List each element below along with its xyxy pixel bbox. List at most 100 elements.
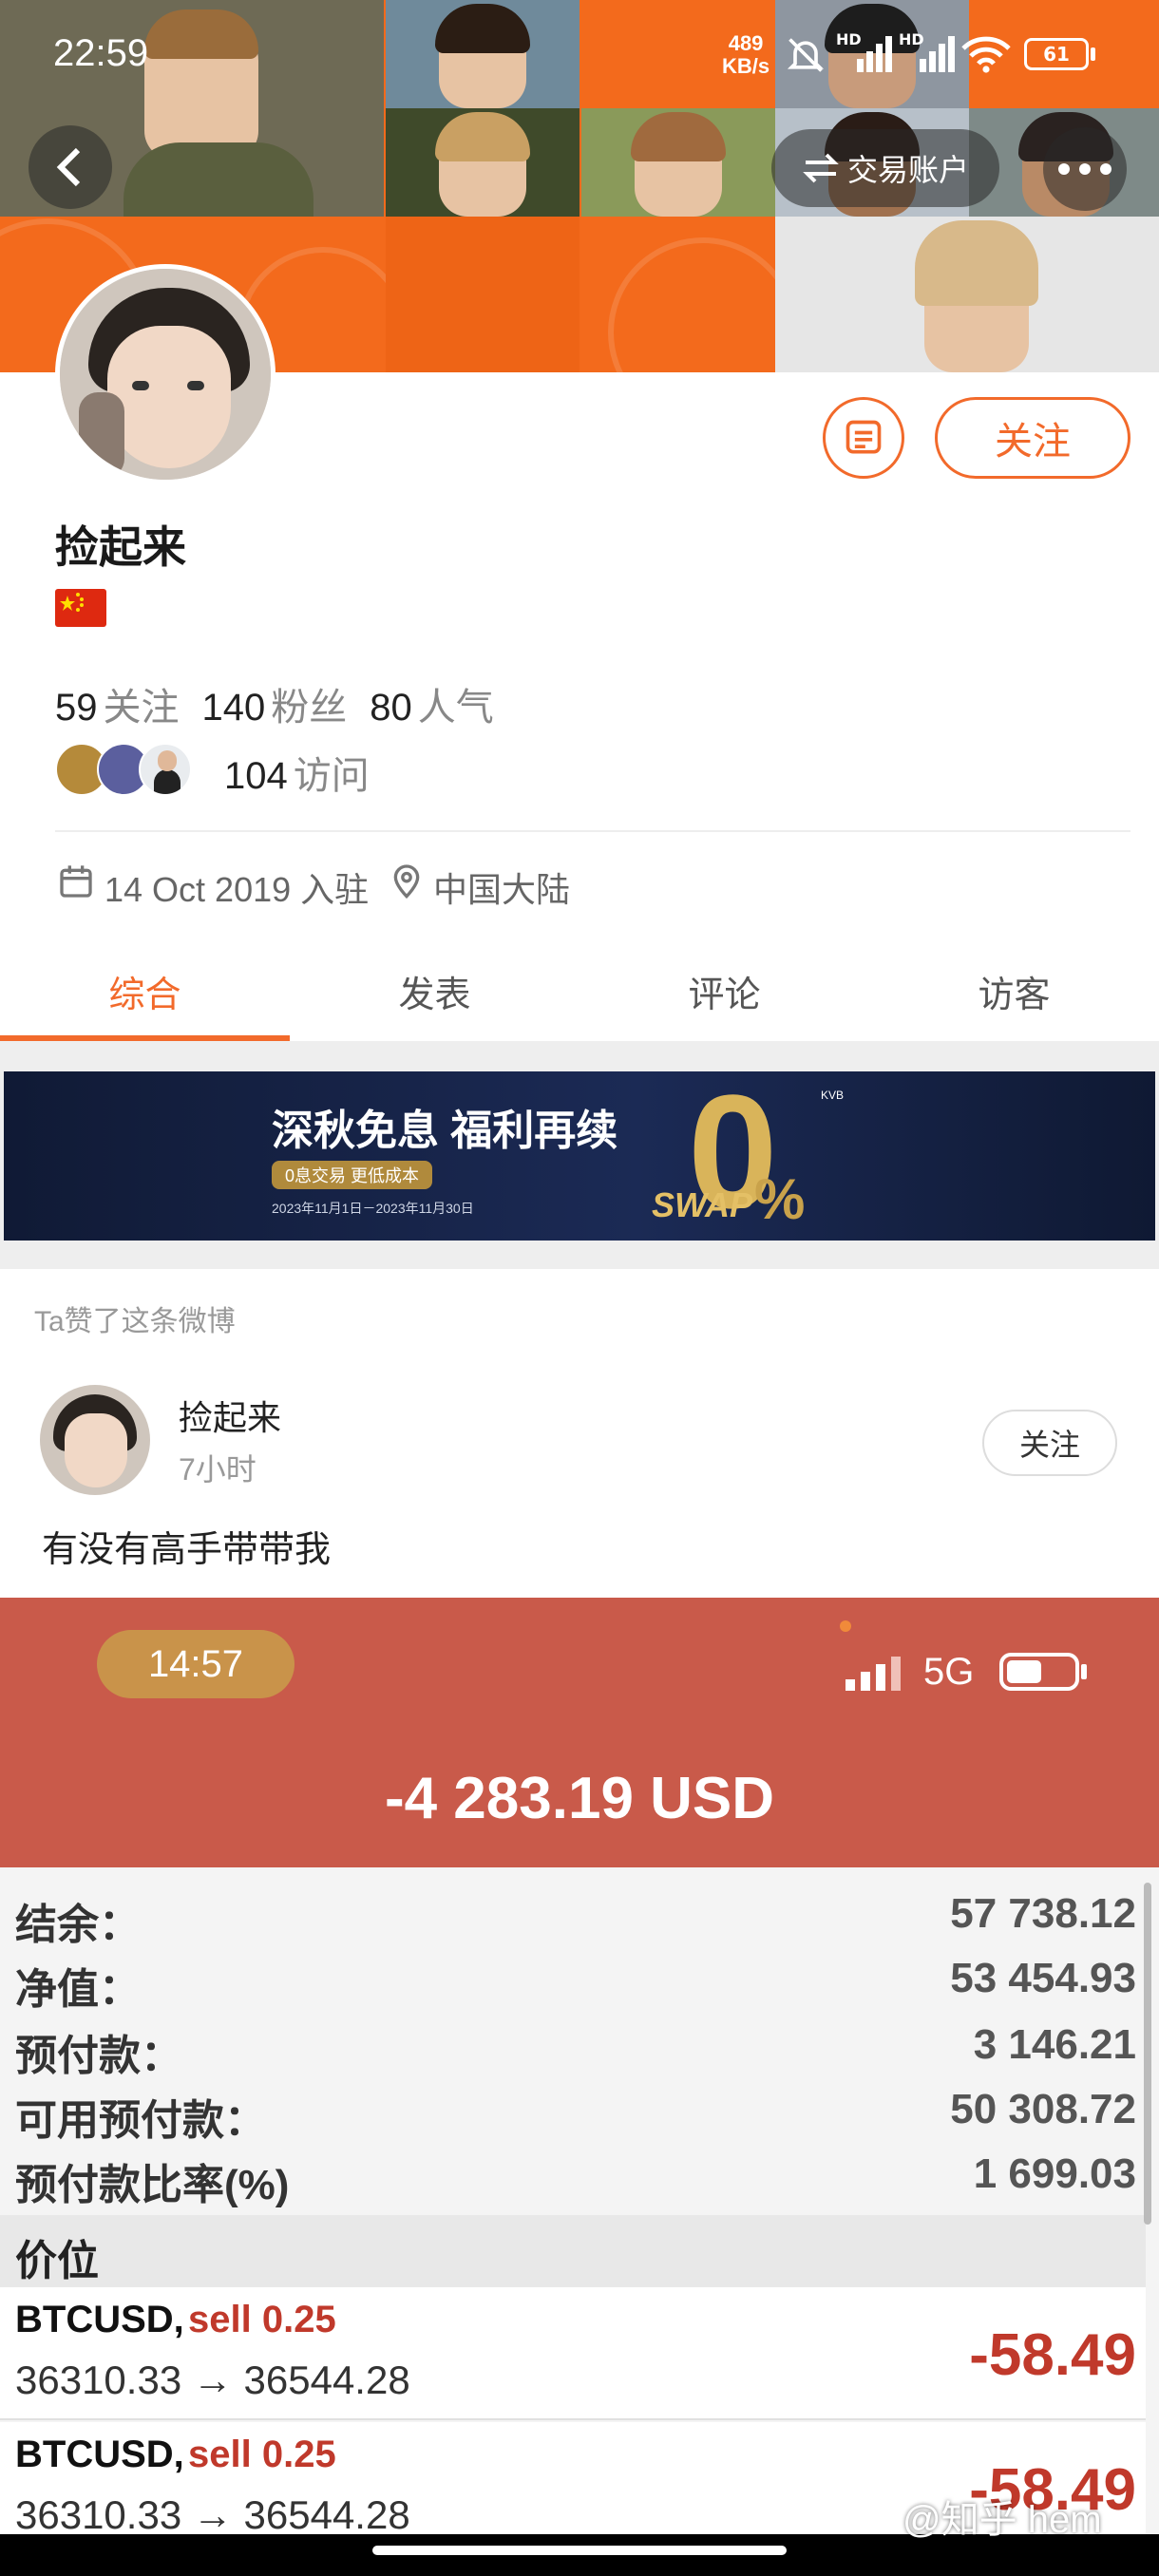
profile-avatar[interactable] [55, 264, 276, 484]
switch-arrows-icon [803, 153, 839, 183]
camera-dot [840, 1620, 851, 1632]
balance-label: 结余： [15, 1902, 141, 1948]
ad-percent: % [754, 1167, 806, 1231]
margin-level-value: 1 699.03 [973, 2150, 1136, 2197]
signal-1-icon: HD [836, 30, 893, 76]
post-author-avatar[interactable] [40, 1385, 150, 1495]
equity-value: 53 454.93 [950, 1955, 1136, 2001]
divider [55, 830, 1130, 832]
trade-header-panel: 14:57 5G -4 283.19 USD [0, 1598, 1159, 1867]
position-symbol: BTCUSD, [15, 2299, 184, 2340]
zhihu-watermark: @知乎 hem [902, 2499, 1102, 2541]
ad-date: 2023年11月1日－2023年11月30日 [272, 1201, 474, 1216]
free-margin-label: 可用预付款： [15, 2097, 266, 2144]
positions-header: 价位 [0, 2215, 1146, 2287]
fans-label: 粉丝 [271, 687, 348, 729]
location-pin-icon [393, 864, 420, 900]
ad-swap: SWAP [652, 1185, 753, 1224]
trade-time: 14:57 [147, 1642, 244, 1685]
trade-account-button[interactable]: 交易账户 [771, 129, 1000, 207]
calendar-icon [60, 865, 92, 898]
position-row[interactable]: BTCUSD, sell 0.25 36310.33 → 36544.28 -5… [0, 2287, 1146, 2420]
popularity-label: 人气 [417, 687, 494, 729]
position-prices: 36310.33 → 36544.28 [15, 2492, 410, 2534]
cover-photo-8 [872, 217, 1081, 372]
follow-button[interactable]: 关注 [935, 397, 1130, 479]
chevron-left-icon [56, 147, 81, 187]
ad-tag: 0息交易 更低成本 [272, 1161, 433, 1189]
profile-stats: 59 关注 140 粉丝 80 人气 [55, 676, 494, 731]
following-label: 关注 [103, 687, 180, 729]
position-side: sell 0.25 [188, 2299, 336, 2340]
location-text: 中国大陆 [433, 870, 571, 909]
home-indicator[interactable] [372, 2546, 787, 2555]
profile-tabs: 综合 发表 评论 访客 [0, 940, 1159, 1041]
back-button[interactable] [28, 125, 112, 209]
position-profit: -58.49 [969, 2322, 1136, 2388]
trade-battery-icon [999, 1653, 1079, 1691]
ad-title: 深秋免息 福利再续 [272, 1108, 618, 1154]
china-flag-icon [55, 589, 106, 627]
more-dots-icon [1058, 163, 1112, 175]
joined-date: 14 Oct 2019 入驻 [104, 870, 370, 909]
margin-level-row: 预付款比率(%) 1 699.03 [0, 2141, 1146, 2208]
battery-icon: 61 [1024, 38, 1089, 70]
stat-fans[interactable]: 140 粉丝 [202, 676, 348, 731]
balance-row: 结余： 57 738.12 [0, 1881, 1146, 1948]
equity-row: 净值： 53 454.93 [0, 1945, 1146, 2013]
visitor-avatars[interactable] [55, 743, 198, 800]
mute-bell-icon [787, 38, 825, 72]
post-image[interactable]: 14:57 5G -4 283.19 USD 结余： 57 738.12 净值： 5… [0, 1598, 1159, 2534]
message-icon [846, 420, 882, 454]
status-time: 22:59 [53, 32, 149, 74]
cover-photo-4 [581, 108, 775, 217]
ad-logo: KVB [821, 1089, 845, 1102]
message-button[interactable] [823, 397, 904, 479]
margin-level-label: 预付款比率(%) [15, 2162, 290, 2208]
signal-2-icon: HD [899, 30, 956, 76]
status-bar: 22:59 489 KB/s HD HD 61 [0, 0, 1159, 114]
trade-signal-icon [846, 1657, 904, 1691]
feed-card: Ta赞了这条微博 捡起来 7小时 关注 有没有高手带带我 [0, 1269, 1159, 1598]
margin-value: 3 146.21 [973, 2021, 1136, 2068]
post-follow-button[interactable]: 关注 [982, 1410, 1117, 1476]
tab-posts[interactable]: 发表 [290, 940, 580, 1041]
more-options-button[interactable] [1043, 127, 1127, 211]
net-speed-indicator: 489 KB/s [722, 32, 770, 78]
following-count: 59 [55, 687, 98, 729]
balance-value: 57 738.12 [950, 1890, 1136, 1937]
liked-label: Ta赞了这条微博 [34, 1306, 236, 1337]
visitor-avatar-3 [139, 743, 192, 796]
stat-popularity[interactable]: 80 人气 [370, 676, 494, 731]
post-time: 7小时 [179, 1452, 256, 1487]
cover-photo-3 [386, 108, 580, 217]
free-margin-value: 50 308.72 [950, 2086, 1136, 2132]
hd-badge-2: HD [899, 30, 924, 48]
net-speed-value: 489 [728, 31, 764, 55]
margin-row: 预付款： 3 146.21 [0, 2012, 1146, 2079]
margin-label: 预付款： [15, 2033, 182, 2079]
ad-banner[interactable]: 深秋免息 福利再续 0息交易 更低成本 2023年11月1日－2023年11月3… [4, 1071, 1155, 1241]
free-margin-row: 可用预付款： 50 308.72 [0, 2076, 1146, 2144]
profile-name: 捡起来 [55, 522, 186, 572]
trade-account-label: 交易账户 [847, 153, 970, 187]
image-scrollbar[interactable] [1144, 1883, 1151, 2225]
popularity-count: 80 [370, 687, 412, 729]
net-speed-unit: KB/s [722, 54, 770, 78]
battery-level: 61 [1043, 43, 1070, 66]
stat-following[interactable]: 59 关注 [55, 676, 180, 731]
equity-label: 净值： [15, 1966, 141, 2013]
post-author-name[interactable]: 捡起来 [179, 1391, 281, 1440]
post-content: 有没有高手带带我 [42, 1530, 332, 1570]
position-side: sell 0.25 [188, 2434, 336, 2475]
hd-badge-1: HD [836, 30, 862, 48]
trade-time-pill: 14:57 [97, 1630, 294, 1698]
trade-pnl: -4 283.19 USD [384, 1766, 775, 1831]
tab-overview[interactable]: 综合 [0, 940, 290, 1041]
positions-section-label: 价位 [15, 2238, 99, 2284]
tab-comments[interactable]: 评论 [580, 940, 869, 1041]
visits-count: 104 [224, 755, 288, 797]
tab-visitors[interactable]: 访客 [869, 940, 1159, 1041]
wifi-icon [961, 36, 1011, 73]
visits-stat[interactable]: 104 访问 [224, 745, 370, 800]
